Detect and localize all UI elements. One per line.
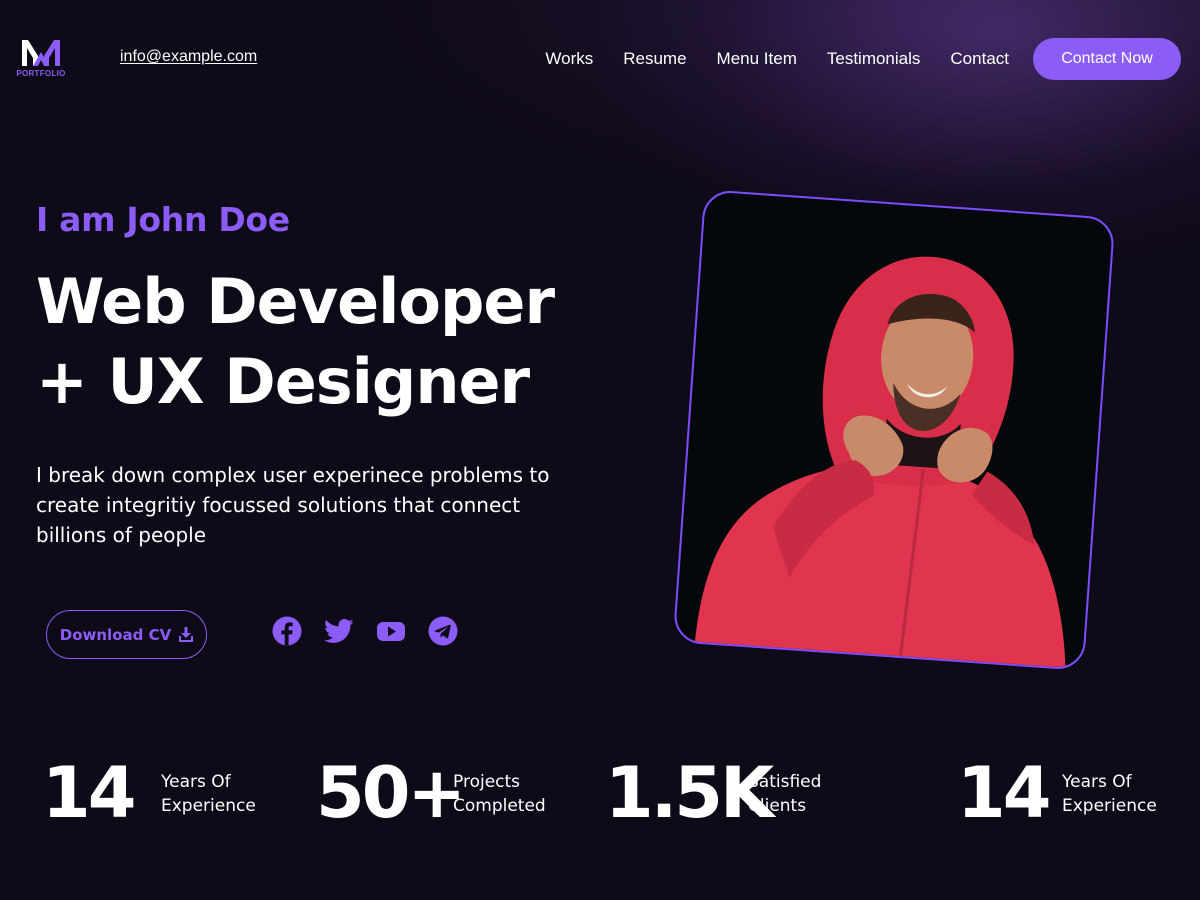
logo-text: PORTFOLIO — [16, 69, 66, 78]
stat-label-3-line-1: Satisfied — [748, 772, 822, 792]
hero-greeting: I am John Doe — [36, 200, 290, 239]
stat-label-3: Satisfied Clients — [748, 770, 821, 818]
stat-label-2-line-1: Projects — [453, 772, 521, 792]
stat-value-4: 14 — [957, 752, 1051, 834]
contact-now-button[interactable]: Contact Now — [1033, 38, 1181, 80]
nav-item-menu-item[interactable]: Menu Item — [717, 48, 797, 70]
headline-line-2: + UX Designer — [36, 345, 530, 418]
logo[interactable]: PORTFOLIO — [14, 36, 68, 84]
stat-label-1-line-2: Experience — [161, 796, 256, 816]
stat-label-4-line-2: Experience — [1062, 796, 1157, 816]
twitter-link[interactable] — [324, 616, 354, 646]
twitter-icon — [324, 619, 354, 643]
download-icon — [179, 627, 194, 642]
logo-mark-icon — [22, 40, 60, 66]
stat-label-4: Years Of Experience — [1062, 770, 1157, 818]
headline-line-1: Web Developer — [36, 265, 555, 338]
stat-label-2: Projects Completed — [453, 770, 546, 818]
facebook-icon — [272, 616, 302, 646]
nav-item-resume[interactable]: Resume — [623, 48, 686, 70]
stat-value-2: 50+ — [316, 752, 466, 834]
nav-item-contact[interactable]: Contact — [950, 48, 1009, 70]
telegram-link[interactable] — [428, 616, 458, 646]
download-cv-button[interactable]: Download CV — [46, 610, 207, 659]
facebook-link[interactable] — [272, 616, 302, 646]
stat-label-4-line-1: Years Of — [1062, 772, 1132, 792]
stat-label-1-line-1: Years Of — [161, 772, 231, 792]
stat-label-1: Years Of Experience — [161, 770, 256, 818]
download-cv-label: Download CV — [59, 625, 172, 644]
hero-description: I break down complex user experinece pro… — [36, 463, 550, 547]
main-nav: Works Resume Menu Item Testimonials Cont… — [545, 48, 1009, 70]
email-link[interactable]: info@example.com — [120, 48, 257, 66]
telegram-icon — [428, 616, 458, 646]
hero-headline: Web Developer + UX Designer — [36, 262, 555, 422]
youtube-link[interactable] — [376, 616, 406, 646]
nav-item-testimonials[interactable]: Testimonials — [827, 48, 921, 70]
stat-value-1: 14 — [42, 752, 136, 834]
profile-photo — [672, 189, 1116, 671]
stat-label-2-line-2: Completed — [453, 796, 546, 816]
social-links — [272, 616, 458, 646]
nav-item-works[interactable]: Works — [545, 48, 593, 70]
stat-label-3-line-2: Clients — [748, 796, 807, 816]
stat-value-3: 1.5K — [605, 752, 774, 834]
youtube-icon — [377, 622, 405, 641]
profile-illustration — [694, 256, 1066, 671]
